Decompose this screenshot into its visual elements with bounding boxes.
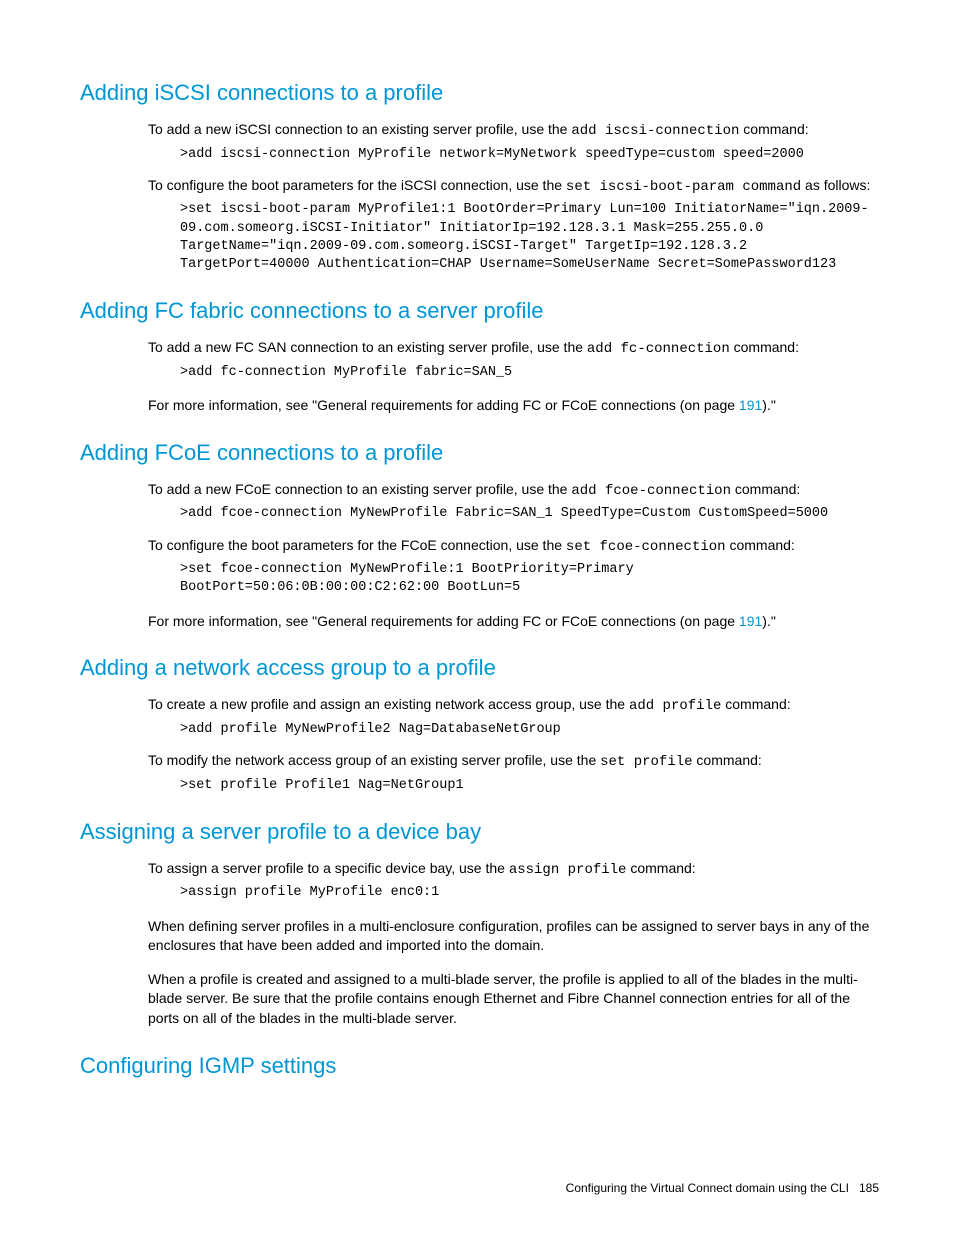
code-fcoe-2: >set fcoe-connection MyNewProfile:1 Boot…	[180, 561, 879, 597]
inline-code: assign profile	[509, 862, 627, 878]
code-nag-2: >set profile Profile1 Nag=NetGroup1	[180, 777, 879, 795]
para-fc-2: For more information, see "General requi…	[148, 396, 879, 416]
text: command:	[721, 696, 790, 712]
text: command:	[626, 860, 695, 876]
code-iscsi-1: >add iscsi-connection MyProfile network=…	[180, 146, 879, 164]
inline-code: set iscsi-boot-param command	[566, 179, 801, 195]
para-iscsi-2: To configure the boot parameters for the…	[148, 176, 879, 198]
text: To configure the boot parameters for the…	[148, 537, 566, 553]
para-fc-1: To add a new FC SAN connection to an exi…	[148, 338, 879, 360]
code-assign-1: >assign profile MyProfile enc0:1	[180, 884, 879, 902]
text: To add a new iSCSI connection to an exis…	[148, 121, 571, 137]
inline-code: set profile	[600, 754, 692, 770]
text: To add a new FCoE connection to an exist…	[148, 481, 571, 497]
para-fcoe-2: To configure the boot parameters for the…	[148, 536, 879, 558]
code-nag-1: >add profile MyNewProfile2 Nag=DatabaseN…	[180, 721, 879, 739]
text: To assign a server profile to a specific…	[148, 860, 509, 876]
page-footer: Configuring the Virtual Connect domain u…	[566, 1181, 879, 1195]
para-assign-2: When defining server profiles in a multi…	[148, 917, 879, 956]
text: For more information, see "General requi…	[148, 397, 739, 413]
para-fcoe-1: To add a new FCoE connection to an exist…	[148, 480, 879, 502]
page-link[interactable]: 191	[739, 397, 762, 413]
code-fcoe-1: >add fcoe-connection MyNewProfile Fabric…	[180, 505, 879, 523]
inline-code: add iscsi-connection	[571, 123, 739, 139]
text: command:	[739, 121, 808, 137]
text: For more information, see "General requi…	[148, 613, 739, 629]
para-iscsi-1: To add a new iSCSI connection to an exis…	[148, 120, 879, 142]
heading-fcoe: Adding FCoE connections to a profile	[80, 440, 879, 466]
text: as follows:	[801, 177, 870, 193]
para-nag-1: To create a new profile and assign an ex…	[148, 695, 879, 717]
text: To configure the boot parameters for the…	[148, 177, 566, 193]
text: command:	[726, 537, 795, 553]
heading-fc: Adding FC fabric connections to a server…	[80, 298, 879, 324]
inline-code: add fc-connection	[587, 341, 730, 357]
para-assign-3: When a profile is created and assigned t…	[148, 970, 879, 1029]
para-assign-1: To assign a server profile to a specific…	[148, 859, 879, 881]
footer-text: Configuring the Virtual Connect domain u…	[566, 1181, 849, 1195]
text: To modify the network access group of an…	[148, 752, 600, 768]
para-fcoe-3: For more information, see "General requi…	[148, 612, 879, 632]
code-iscsi-2: >set iscsi-boot-param MyProfile1:1 BootO…	[180, 201, 879, 274]
page-link[interactable]: 191	[739, 613, 762, 629]
inline-code: add profile	[629, 698, 721, 714]
text: )."	[762, 613, 776, 629]
text: To create a new profile and assign an ex…	[148, 696, 629, 712]
heading-nag: Adding a network access group to a profi…	[80, 655, 879, 681]
text: command:	[731, 481, 800, 497]
heading-assign: Assigning a server profile to a device b…	[80, 819, 879, 845]
inline-code: add fcoe-connection	[571, 483, 731, 499]
code-fc-1: >add fc-connection MyProfile fabric=SAN_…	[180, 364, 879, 382]
text: )."	[762, 397, 776, 413]
text: command:	[693, 752, 762, 768]
inline-code: set fcoe-connection	[566, 539, 726, 555]
text: command:	[730, 339, 799, 355]
page-number: 185	[859, 1181, 879, 1195]
heading-iscsi: Adding iSCSI connections to a profile	[80, 80, 879, 106]
page: Adding iSCSI connections to a profile To…	[0, 0, 954, 1235]
text: To add a new FC SAN connection to an exi…	[148, 339, 587, 355]
heading-igmp: Configuring IGMP settings	[80, 1053, 879, 1079]
para-nag-2: To modify the network access group of an…	[148, 751, 879, 773]
